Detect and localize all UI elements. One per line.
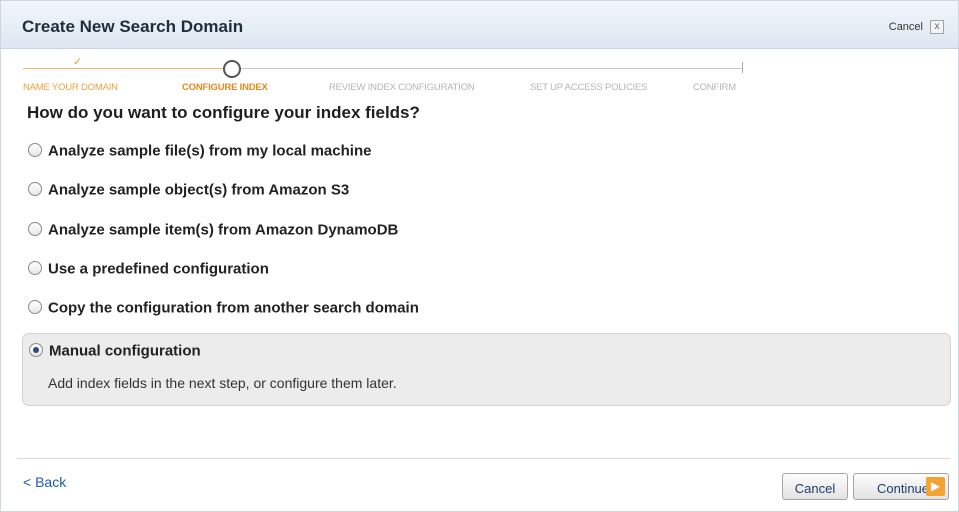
checkmark-icon: ✓ bbox=[73, 56, 83, 68]
footer-divider bbox=[17, 458, 950, 459]
dialog-title: Create New Search Domain bbox=[22, 17, 244, 36]
step-review-index-configuration: Review Index Configuration bbox=[329, 82, 475, 93]
current-step-marker bbox=[223, 60, 241, 78]
option-amazon-s3[interactable]: Analyze sample object(s) from Amazon S3 bbox=[28, 181, 349, 199]
radio-button[interactable] bbox=[28, 299, 42, 314]
cancel-button[interactable]: Cancel bbox=[782, 473, 848, 500]
close-icon[interactable]: x bbox=[930, 20, 944, 34]
progress-track-todo bbox=[241, 68, 743, 69]
header-cancel-link[interactable]: Cancel bbox=[889, 21, 923, 33]
option-manual-configuration[interactable]: Manual configuration bbox=[29, 342, 201, 360]
radio-button[interactable] bbox=[28, 260, 42, 275]
option-label: Analyze sample file(s) from my local mac… bbox=[48, 142, 372, 160]
option-label: Analyze sample object(s) from Amazon S3 bbox=[48, 181, 350, 199]
radio-button[interactable] bbox=[28, 181, 42, 196]
option-label: Use a predefined configuration bbox=[48, 260, 269, 278]
step-name-your-domain: Name Your Domain bbox=[23, 82, 118, 93]
arrow-right-icon: ▶ bbox=[926, 477, 945, 496]
continue-button[interactable]: Continue ▶ bbox=[853, 473, 949, 500]
progress-end-marker bbox=[742, 62, 743, 73]
step-confirm: Confirm bbox=[693, 82, 736, 93]
option-description: Add index fields in the next step, or co… bbox=[48, 375, 397, 391]
back-link[interactable]: < Back bbox=[23, 474, 66, 490]
selected-option-panel: Manual configuration Add index fields in… bbox=[22, 333, 951, 406]
option-label: Manual configuration bbox=[49, 342, 201, 360]
radio-button-selected[interactable] bbox=[29, 342, 43, 357]
radio-button[interactable] bbox=[28, 142, 42, 157]
dialog: Create New Search Domain Cancel x ✓ Name… bbox=[0, 0, 959, 512]
option-copy-configuration[interactable]: Copy the configuration from another sear… bbox=[28, 299, 419, 317]
dialog-header: Create New Search Domain Cancel x bbox=[1, 1, 958, 49]
step-set-up-access-policies: Set Up Access Policies bbox=[530, 82, 648, 93]
page-question: How do you want to configure your index … bbox=[27, 103, 420, 122]
option-predefined-configuration[interactable]: Use a predefined configuration bbox=[28, 260, 269, 278]
option-label: Analyze sample item(s) from Amazon Dynam… bbox=[48, 221, 399, 239]
option-amazon-dynamodb[interactable]: Analyze sample item(s) from Amazon Dynam… bbox=[28, 221, 398, 239]
progress-track-done bbox=[23, 68, 223, 69]
radio-button[interactable] bbox=[28, 221, 42, 236]
step-configure-index: Configure Index bbox=[182, 82, 268, 93]
option-local-file[interactable]: Analyze sample file(s) from my local mac… bbox=[28, 142, 371, 160]
continue-label: Continue bbox=[876, 481, 930, 496]
option-label: Copy the configuration from another sear… bbox=[48, 299, 419, 317]
